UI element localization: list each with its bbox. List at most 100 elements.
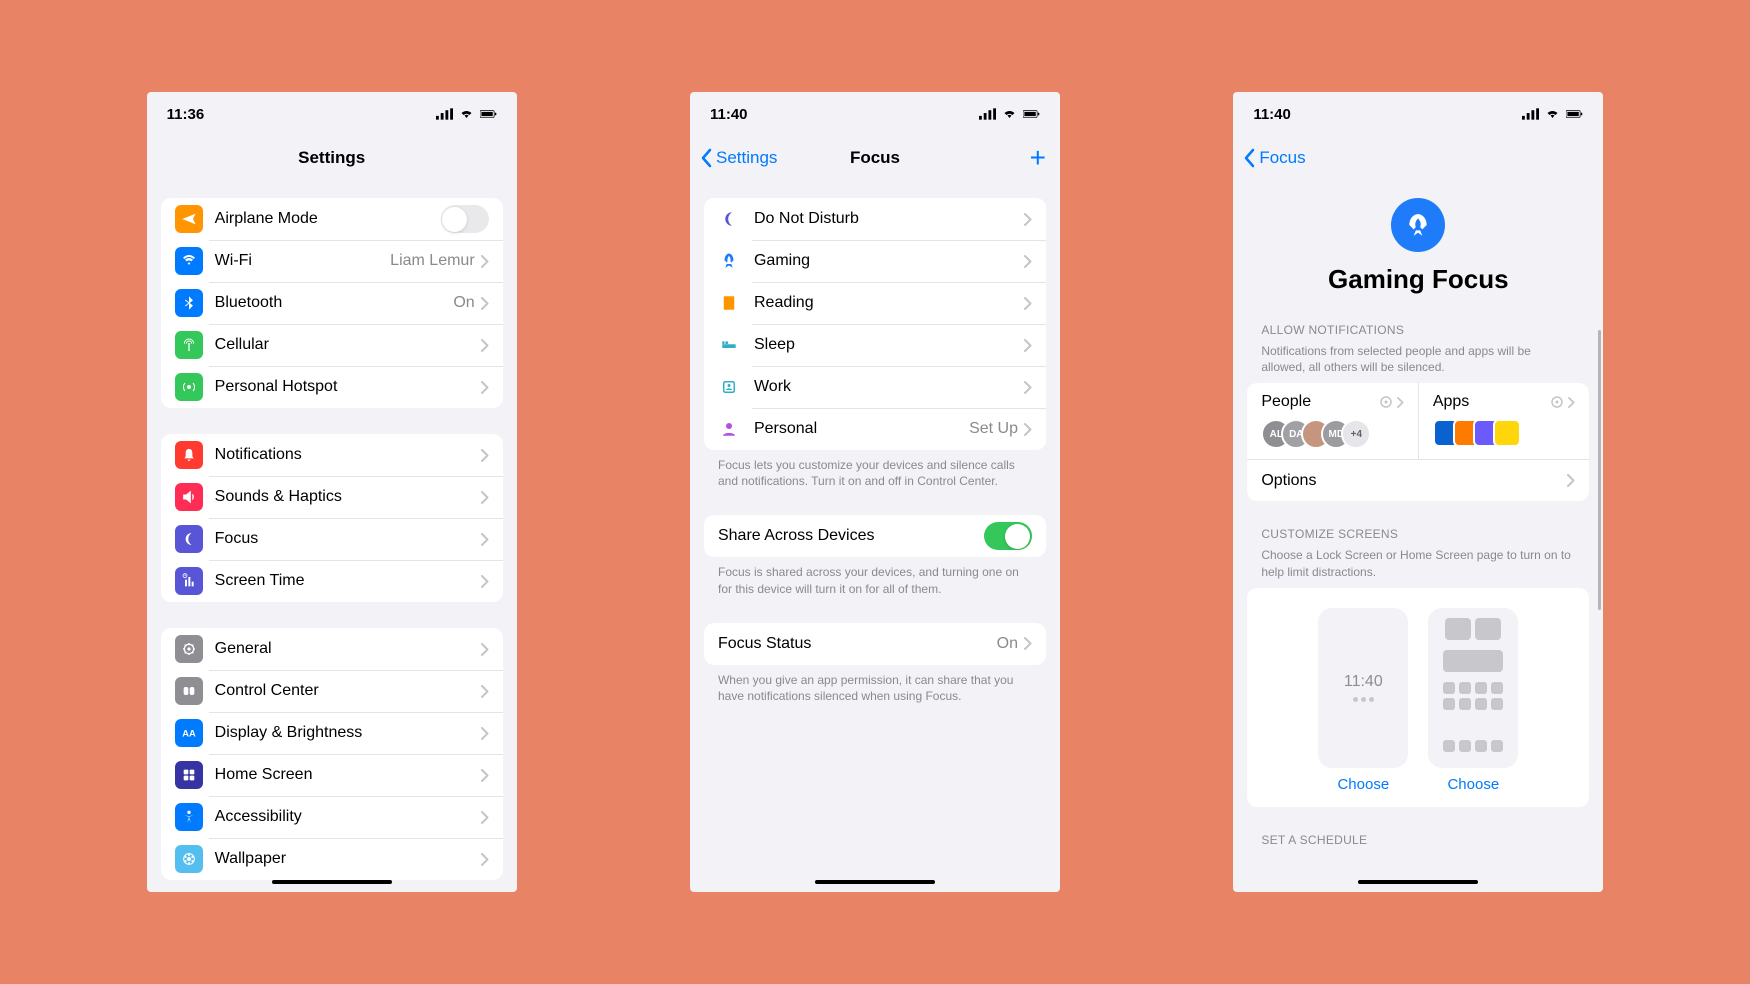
settings-screen: 11:36 Settings Airplane ModeWi-FiLiam Le…: [147, 92, 517, 892]
chevron-right-icon: [1024, 297, 1032, 310]
row-label: Personal: [754, 420, 969, 438]
wifi-icon: [175, 247, 203, 275]
settings-row-wi-fi[interactable]: Wi-FiLiam Lemur: [161, 240, 503, 282]
app-icon: [1493, 419, 1521, 447]
page-title: Focus: [850, 148, 900, 168]
settings-row-personal-hotspot[interactable]: Personal Hotspot: [161, 366, 503, 408]
row-label: Bluetooth: [215, 294, 454, 312]
wifi-icon: [1001, 108, 1018, 120]
general-icon: [175, 635, 203, 663]
row-label: Control Center: [215, 682, 481, 700]
status-icons: [979, 108, 1040, 120]
status-bar: 11:40: [690, 92, 1060, 136]
status-icons: [1522, 108, 1583, 120]
focus-header: Gaming Focus: [1247, 180, 1589, 305]
focus-row-reading[interactable]: Reading: [704, 282, 1046, 324]
focus-row-sleep[interactable]: Sleep: [704, 324, 1046, 366]
settings-row-control-center[interactable]: Control Center: [161, 670, 503, 712]
row-detail: Liam Lemur: [390, 252, 474, 270]
options-row[interactable]: Options: [1247, 459, 1589, 501]
focus-row-gaming[interactable]: Gaming: [704, 240, 1046, 282]
lock-screen-preview[interactable]: 11:40: [1318, 608, 1408, 768]
settings-row-airplane-mode[interactable]: Airplane Mode: [161, 198, 503, 240]
screentime-icon: [175, 567, 203, 595]
row-label: Gaming: [754, 252, 1024, 270]
chevron-right-icon: [1024, 423, 1032, 436]
rocket-icon: [718, 250, 740, 272]
signal-icon: [436, 108, 453, 120]
focus-row-work[interactable]: Work: [704, 366, 1046, 408]
home-screen-preview[interactable]: [1428, 608, 1518, 768]
share-across-devices-row[interactable]: Share Across Devices: [704, 515, 1046, 557]
settings-row-display-brightness[interactable]: AADisplay & Brightness: [161, 712, 503, 754]
row-label: Home Screen: [215, 766, 481, 784]
chevron-right-icon: [481, 853, 489, 866]
notifications-icon: [175, 441, 203, 469]
add-focus-button[interactable]: +: [1030, 144, 1046, 172]
settings-row-general[interactable]: General: [161, 628, 503, 670]
home-indicator[interactable]: [1358, 880, 1478, 884]
allow-header: ALLOW NOTIFICATIONS: [1247, 323, 1589, 343]
chevron-right-icon: [1024, 213, 1032, 226]
back-button[interactable]: Focus: [1243, 148, 1305, 168]
avatar-more: +4: [1341, 419, 1371, 449]
bed-icon: [718, 334, 740, 356]
signal-icon: [979, 108, 996, 120]
chevron-right-icon: [481, 643, 489, 656]
wifi-icon: [458, 108, 475, 120]
settings-row-sounds-haptics[interactable]: Sounds & Haptics: [161, 476, 503, 518]
settings-row-focus[interactable]: Focus: [161, 518, 503, 560]
row-label: Wi-Fi: [215, 252, 391, 270]
gaming-content[interactable]: Gaming Focus ALLOW NOTIFICATIONS Notific…: [1233, 180, 1603, 892]
settings-row-bluetooth[interactable]: BluetoothOn: [161, 282, 503, 324]
back-button[interactable]: Settings: [700, 148, 777, 168]
status-bar: 11:36: [147, 92, 517, 136]
settings-content[interactable]: Airplane ModeWi-FiLiam LemurBluetoothOnC…: [147, 180, 517, 892]
svg-text:AA: AA: [182, 728, 196, 738]
settings-row-accessibility[interactable]: Accessibility: [161, 796, 503, 838]
settings-row-notifications[interactable]: Notifications: [161, 434, 503, 476]
chevron-right-icon: [481, 811, 489, 824]
settings-row-screen-time[interactable]: Screen Time: [161, 560, 503, 602]
home-indicator[interactable]: [815, 880, 935, 884]
chevron-right-icon: [1024, 255, 1032, 268]
settings-row-wallpaper[interactable]: Wallpaper: [161, 838, 503, 880]
chevron-right-icon: [1568, 397, 1575, 408]
chevron-left-icon: [700, 148, 712, 168]
focus-title: Gaming Focus: [1328, 264, 1509, 295]
focus-content[interactable]: Do Not DisturbGamingReadingSleepWorkPers…: [690, 180, 1060, 892]
people-label: People: [1261, 393, 1311, 411]
bluetooth-icon: [175, 289, 203, 317]
settings-row-home-screen[interactable]: Home Screen: [161, 754, 503, 796]
settings-row-cellular[interactable]: Cellular: [161, 324, 503, 366]
row-label: Screen Time: [215, 572, 481, 590]
focus-row-personal[interactable]: PersonalSet Up: [704, 408, 1046, 450]
cellular-icon: [175, 331, 203, 359]
choose-home-button[interactable]: Choose: [1428, 776, 1518, 793]
row-label: Sleep: [754, 336, 1024, 354]
row-label: Notifications: [215, 446, 481, 464]
status-icons: [436, 108, 497, 120]
gear-icon: [1550, 395, 1564, 409]
moon-icon: [718, 208, 740, 230]
choose-lock-button[interactable]: Choose: [1318, 776, 1408, 793]
toggle[interactable]: [441, 205, 489, 233]
focus-row-do-not-disturb[interactable]: Do Not Disturb: [704, 198, 1046, 240]
status-footer: When you give an app permission, it can …: [704, 665, 1046, 704]
chevron-right-icon: [481, 449, 489, 462]
home-indicator[interactable]: [272, 880, 392, 884]
chevron-right-icon: [481, 491, 489, 504]
focus-status-row[interactable]: Focus Status On: [704, 623, 1046, 665]
scroll-indicator[interactable]: [1598, 330, 1601, 610]
wifi-icon: [1544, 108, 1561, 120]
chevron-right-icon: [481, 255, 489, 268]
row-detail: On: [453, 294, 474, 312]
accessibility-icon: [175, 803, 203, 831]
share-toggle[interactable]: [984, 522, 1032, 550]
gaming-focus-screen: 11:40 Focus Gaming Focus ALLOW NOTIFICAT…: [1233, 92, 1603, 892]
people-cell[interactable]: People ALDAMD+4: [1247, 383, 1418, 459]
apps-cell[interactable]: Apps: [1418, 383, 1590, 459]
wallpaper-icon: [175, 845, 203, 873]
signal-icon: [1522, 108, 1539, 120]
book-icon: [718, 292, 740, 314]
